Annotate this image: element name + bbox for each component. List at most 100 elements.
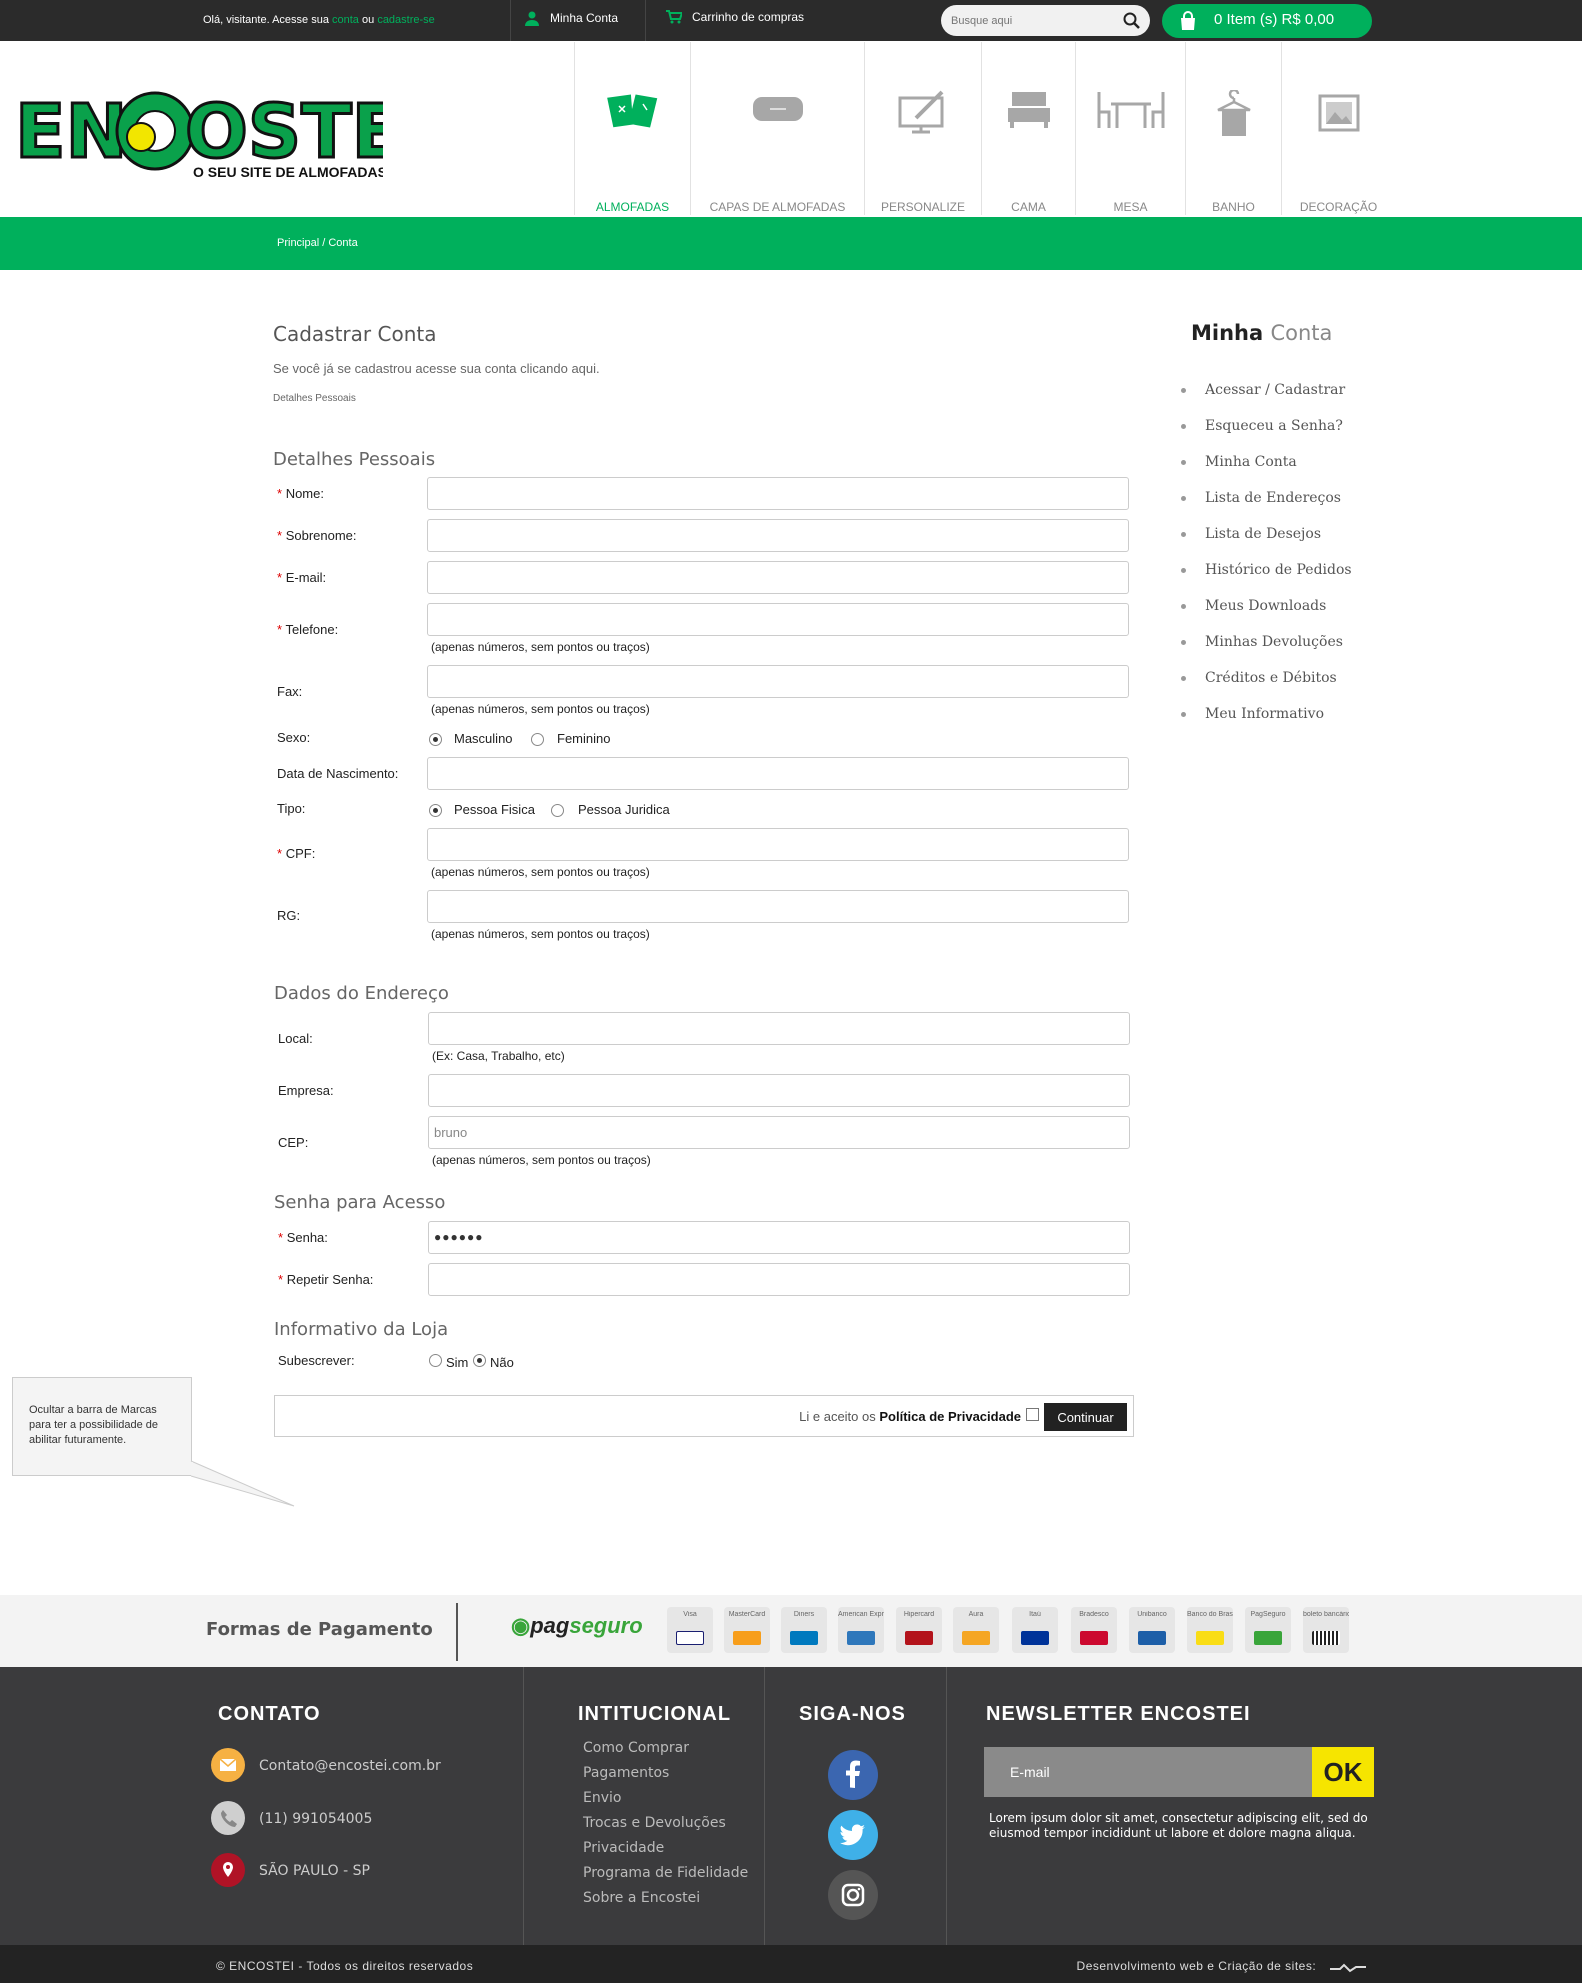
footer: CONTATO Contato@encostei.com.br (11) 991…	[0, 1667, 1582, 1945]
nav-decoracao[interactable]: DECORAÇÃO	[1281, 42, 1395, 215]
footer-email[interactable]: Contato@encostei.com.br	[259, 1758, 441, 1774]
twitter-icon[interactable]	[828, 1810, 878, 1860]
location-field[interactable]	[428, 1012, 1130, 1045]
payment-methods-bar: Formas de Pagamento ◉pagseguro Visa Mast…	[0, 1595, 1582, 1667]
sidebar-item-newsletter[interactable]: Meu Informativo	[1181, 706, 1324, 722]
footer-link-privacidade[interactable]: Privacidade	[583, 1840, 664, 1856]
user-icon	[525, 11, 539, 26]
footer-link-sobre[interactable]: Sobre a Encostei	[583, 1890, 700, 1906]
label-repetir-senha: * Repetir Senha:	[278, 1272, 374, 1287]
sidebar-item-login[interactable]: Acessar / Cadastrar	[1181, 382, 1345, 398]
search-icon[interactable]	[1123, 12, 1140, 29]
nav-cama[interactable]: CAMA	[981, 42, 1075, 215]
towel-hanger-icon	[1216, 90, 1251, 136]
radio-pessoa-fisica[interactable]	[429, 804, 442, 817]
nav-personalize[interactable]: PERSONALIZE	[864, 42, 981, 215]
phone-hint: (apenas números, sem pontos ou traços)	[431, 640, 650, 654]
footer-link-como-comprar[interactable]: Como Comprar	[583, 1740, 689, 1756]
radio-pessoa-juridica[interactable]	[551, 804, 564, 817]
card-mastercard: MasterCard	[724, 1607, 770, 1653]
page-title: Cadastrar Conta	[273, 322, 437, 346]
nav-capas-de-almofadas[interactable]: CAPAS DE ALMOFADAS	[690, 42, 864, 215]
newsletter-ok-button[interactable]: OK	[1312, 1747, 1374, 1797]
pagseguro-logo: ◉pagseguro	[511, 1613, 643, 1638]
newsletter-email-input[interactable]	[984, 1747, 1312, 1797]
privacy-policy-link[interactable]: Política de Privacidade	[879, 1409, 1021, 1424]
logo-tagline: O SEU SITE DE ALMOFADAS	[193, 164, 383, 180]
section-address: Dados do Endereço	[274, 983, 449, 1004]
agree-checkbox[interactable]	[1026, 1408, 1039, 1421]
footer-link-trocas[interactable]: Trocas e Devoluções	[583, 1815, 726, 1831]
topbar-divider	[645, 0, 646, 41]
phone-field[interactable]	[427, 603, 1129, 636]
top-bar: Olá, visitante. Acesse sua conta ou cada…	[0, 0, 1582, 41]
account-link[interactable]: conta	[332, 14, 359, 26]
sidebar-item-downloads[interactable]: Meus Downloads	[1181, 598, 1326, 614]
radio-masculino-label: Masculino	[454, 731, 513, 746]
newsletter-description: Lorem ipsum dolor sit amet, consectetur …	[989, 1811, 1368, 1840]
sidebar-item-addresses[interactable]: Lista de Endereços	[1181, 490, 1341, 506]
encostei-logo-graphic: EN OSTEI O SEU SITE DE ALMOFADAS	[14, 88, 432, 181]
footer-link-envio[interactable]: Envio	[583, 1790, 621, 1806]
monitor-pencil-icon	[898, 90, 944, 134]
card-bradesco: Bradesco	[1071, 1607, 1117, 1653]
sidebar-item-forgot-password[interactable]: Esqueceu a Senha?	[1181, 418, 1343, 434]
radio-subscribe-no[interactable]	[473, 1354, 486, 1367]
confirm-password-field[interactable]	[428, 1263, 1130, 1296]
birthdate-field[interactable]	[427, 757, 1129, 790]
search-input[interactable]	[951, 11, 1111, 31]
developer-credit[interactable]: Desenvolvimento web e Criação de sites:	[1077, 1959, 1368, 1973]
rg-field[interactable]	[427, 890, 1129, 923]
footer-divider	[946, 1667, 947, 1945]
radio-feminino[interactable]	[531, 733, 544, 746]
fax-field[interactable]	[427, 665, 1129, 698]
agreement-text: Li e aceito os Política de Privacidade	[799, 1409, 1021, 1424]
card-banco-do-brasil: Banco do Brasil	[1187, 1607, 1233, 1653]
cart-summary-button[interactable]: 0 Item (s) R$ 0,00	[1162, 4, 1372, 38]
company-field[interactable]	[428, 1074, 1130, 1107]
welcome-message: Olá, visitante. Acesse sua conta ou cada…	[203, 14, 435, 26]
nav-label: CAMA	[1011, 200, 1046, 214]
cart-link[interactable]: Carrinho de compras	[666, 10, 804, 24]
footer-link-fidelidade[interactable]: Programa de Fidelidade	[583, 1865, 748, 1881]
label-email: * E-mail:	[277, 570, 327, 585]
register-link[interactable]: cadastre-se	[377, 14, 434, 26]
form-subtitle: Detalhes Pessoais	[273, 393, 356, 404]
radio-pessoa-juridica-label: Pessoa Juridica	[578, 802, 670, 817]
first-name-field[interactable]	[427, 477, 1129, 510]
cep-field[interactable]	[428, 1116, 1130, 1149]
sidebar-item-order-history[interactable]: Histórico de Pedidos	[1181, 562, 1352, 578]
radio-subscribe-yes[interactable]	[429, 1354, 442, 1367]
password-field[interactable]: ●●●●●●	[428, 1221, 1130, 1254]
developer-logo-icon	[1330, 1963, 1366, 1973]
sidebar-item-wishlist[interactable]: Lista de Desejos	[1181, 526, 1321, 542]
my-account-link[interactable]: Minha Conta	[524, 10, 618, 26]
location-pin-icon	[211, 1853, 245, 1887]
last-name-field[interactable]	[427, 519, 1129, 552]
nav-label: MESA	[1113, 200, 1148, 214]
picture-frame-icon	[1318, 94, 1359, 132]
email-field[interactable]	[427, 561, 1129, 594]
cpf-field[interactable]	[427, 828, 1129, 861]
nav-mesa[interactable]: MESA	[1075, 42, 1185, 215]
rg-hint: (apenas números, sem pontos ou traços)	[431, 927, 650, 941]
sidebar-item-credits[interactable]: Créditos e Débitos	[1181, 670, 1337, 686]
breadcrumb-text[interactable]: Principal / Conta	[277, 237, 358, 249]
breadcrumb: Principal / Conta	[0, 217, 1582, 270]
card-pagseguro: PagSeguro	[1245, 1607, 1291, 1653]
continue-button[interactable]: Continuar	[1044, 1403, 1127, 1431]
sidebar-item-my-account[interactable]: Minha Conta	[1181, 454, 1297, 470]
nav-almofadas[interactable]: ALMOFADAS	[574, 42, 690, 215]
radio-masculino[interactable]	[429, 733, 442, 746]
nav-banho[interactable]: BANHO	[1185, 42, 1281, 215]
login-hint-link[interactable]: Se você já se cadastrou acesse sua conta…	[273, 361, 600, 376]
section-newsletter: Informativo da Loja	[274, 1319, 449, 1340]
facebook-icon[interactable]	[828, 1750, 878, 1800]
card-amex: American Express	[838, 1607, 884, 1653]
footer-newsletter-title: NEWSLETTER ENCOSTEI	[986, 1703, 1251, 1725]
sidebar-item-returns[interactable]: Minhas Devoluções	[1181, 634, 1343, 650]
footer-link-pagamentos[interactable]: Pagamentos	[583, 1765, 669, 1781]
card-boleto: boleto bancário	[1303, 1607, 1349, 1653]
site-logo[interactable]: EN OSTEI O SEU SITE DE ALMOFADAS	[13, 75, 432, 185]
instagram-icon[interactable]	[828, 1870, 878, 1920]
